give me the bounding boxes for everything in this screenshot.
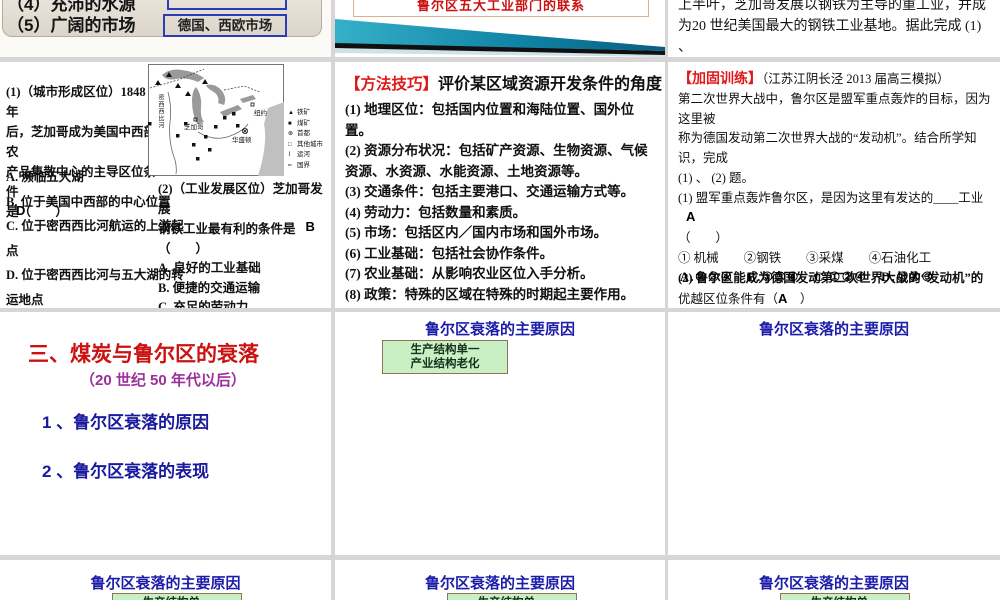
training-block: 【加固训练】（江苏江阴长泾 2013 届高三模拟） 第二次世界大战中，鲁尔区是盟… (678, 70, 996, 308)
capital-icon: ⊗ (288, 131, 294, 137)
advantage-item-5: （5）广阔的市场 (7, 16, 136, 35)
answer-mark-b: B (305, 219, 315, 234)
slide-thumbnail-4[interactable]: (1)（城市形成区位）1848 年 后，芝加哥成为美国中西部农 产品集散中心的主… (0, 62, 331, 308)
method-heading: 【方法技巧】评价某区域资源开发条件的角度 (345, 76, 663, 93)
question-1-choices: ① 机械 ②钢铁 ③采煤 ④石油化工 (678, 251, 932, 266)
intro-line: 第二次世界大战中，鲁尔区是盟军重点轰炸的目标，因为这里被 (678, 91, 991, 126)
map-label-mississippi: 密西西比河 (157, 94, 163, 129)
border-icon: ┅ (288, 162, 292, 169)
cause-box: 生产结构单一 产业结构老化 (382, 340, 508, 374)
list-item: (4) 劳动力：包括数量和素质。 (345, 204, 527, 220)
slide-title: 鲁尔区五大工业部门的联系 (416, 0, 585, 13)
answer-box-markets: 德国、西欧市场 (163, 14, 287, 37)
method-tag: 【方法技巧】 (345, 76, 439, 93)
slide-thumbnail-9[interactable]: 鲁尔区衰落的主要原因 (668, 312, 1000, 555)
question-2: (2)（工业发展区位）芝加哥发展 钢铁工业最有利的条件是 B （ ） A. 良好的… (158, 180, 331, 308)
list-item: (5) 市场：包括区内／国内市场和国外市场。 (345, 225, 608, 240)
answer-box-cut (167, 0, 287, 10)
map-label-newyork: 纽约 (254, 110, 267, 117)
city-icon: □ (288, 141, 292, 148)
map-label-chicago: 芝加哥 (184, 124, 204, 131)
list-item: (1) 地理区位：包括国内位置和海陆位置、国外位置。 (345, 102, 635, 138)
slide-title: 鲁尔区衰落的主要原因 (758, 321, 909, 338)
teal-swoosh-graphic (335, 19, 665, 57)
training-tag: 【加固训练】 (678, 72, 762, 87)
map-legend: ▲ 铁矿 ■ 煤矿 ⊗ 首都 □ 其他城市 ⌇ 运河 ┅ 国界 (288, 108, 323, 171)
slide-thumbnail-11[interactable]: 鲁尔区衰落的主要原因 生产结构单一 (335, 560, 665, 600)
exam-source: （江苏江阴长泾 2013 届高三模拟） (762, 72, 950, 86)
section-title: 三、煤炭与鲁尔区的衰落 (28, 343, 259, 366)
slide-thumbnail-8[interactable]: 鲁尔区衰落的主要原因 生产结构单一 产业结构老化 (335, 312, 665, 555)
iron-ore-icon: ▲ (288, 110, 294, 116)
slide-thumbnail-7[interactable]: 三、煤炭与鲁尔区的衰落 （20 世纪 50 年代以后） 1 、鲁尔区衰落的原因 … (0, 312, 331, 555)
cause-box: 生产结构单一 (112, 593, 242, 600)
question-2-continued: 优越区位条件有（A ） (678, 290, 813, 306)
slide-title: 鲁尔区衰落的主要原因 (424, 575, 575, 592)
option: B. 便捷的交通运输 (158, 280, 261, 295)
list-item: (6) 工业基础：包括社会协作条件。 (345, 245, 554, 261)
intro-line: (1) 、 (2) 题。 (678, 170, 755, 185)
list-item: (8) 政策：特殊的区域在特殊的时期起主要作用。 (345, 286, 635, 302)
cause-box: 生产结构单一 (447, 593, 577, 600)
method-list: (1) 地理区位：包括国内位置和海陆位置、国外位置。 (2) 资源分布状况：包括… (345, 100, 659, 305)
section-subtitle: （20 世纪 50 年代以后） (80, 372, 246, 389)
us-midwest-map: 芝加哥 华盛顿 纽约 密西西比河 ▲ 铁矿 ■ 煤矿 ⊗ 首都 □ 其他城市 ⌇ 运河 ┅… (148, 64, 330, 176)
slide-title-box: 鲁尔区五大工业部门的联系 (353, 0, 649, 17)
answer-mark-a2: A (778, 290, 788, 306)
option: C. 充足的劳动力 (158, 300, 249, 308)
intro-line: 称为德国发动第二次世界大战的“发动机”。结合所学知识，完成 (678, 131, 977, 166)
map-image (148, 64, 284, 176)
outline-item-1: 1 、鲁尔区衰落的原因 (42, 413, 210, 432)
question-2-garbled-line: (2) 鲁尔区能成为德国发动第二次世界大战的“发动机”的 A.②③④ B.①③④… (678, 269, 996, 289)
text-line: 为20 世纪美国最大的钢铁工业基地。据此完成 (1) 、 (678, 19, 982, 55)
question-1: (1) 盟军重点轰炸鲁尔区，是因为这里有发达的____工业A (678, 190, 984, 224)
option: A. 良好的工业基础 (158, 261, 261, 275)
slide-thumbnail-3[interactable]: 上半叶，芝加哥发展以钢铁为主导的重工业，并成 为20 世纪美国最大的钢铁工业基地… (668, 0, 1000, 57)
slide-thumbnail-5[interactable]: 【方法技巧】评价某区域资源开发条件的角度 (1) 地理区位：包括国内位置和海陆位… (335, 62, 665, 308)
text-line: 上半叶，芝加哥发展以钢铁为主导的重工业，并成 (678, 0, 986, 13)
slide-thumbnail-10[interactable]: 鲁尔区衰落的主要原因 生产结构单一 (0, 560, 331, 600)
list-item: (7) 农业基础：从影响农业区位入手分析。 (345, 266, 594, 281)
outline-item-2: 2 、鲁尔区衰落的表现 (42, 462, 210, 481)
coal-icon: ■ (288, 120, 292, 127)
slide-title: 鲁尔区衰落的主要原因 (90, 575, 241, 592)
cause-box: 生产结构单一 (780, 593, 910, 600)
canal-icon: ⌇ (288, 152, 291, 158)
overlapped-answer-ghost: A.②③④ B.①③④ C.①②④ D.①②③ (680, 269, 935, 284)
answer-mark-a: A (686, 208, 696, 224)
map-label-washington: 华盛顿 (232, 137, 252, 144)
list-item: (2) 资源分布状况：包括矿产资源、生物资源、气候资源、水资源、水能资源、土地资… (345, 143, 648, 179)
slide-thumbnail-2[interactable]: 鲁尔区五大工业部门的联系 (335, 0, 665, 57)
slide-thumbnail-12[interactable]: 鲁尔区衰落的主要原因 生产结构单一 (668, 560, 1000, 600)
list-item: (3) 交通条件：包括主要港口、交通运输方式等。 (345, 184, 635, 199)
slide-title: 鲁尔区衰落的主要原因 (758, 575, 909, 592)
slide-thumbnail-6[interactable]: 【加固训练】（江苏江阴长泾 2013 届高三模拟） 第二次世界大战中，鲁尔区是盟… (668, 62, 1000, 308)
slide-title: 鲁尔区衰落的主要原因 (424, 321, 575, 338)
slide-thumbnail-1[interactable]: （4）充沛的水源 （5）广阔的市场 德国、西欧市场 (0, 0, 331, 57)
